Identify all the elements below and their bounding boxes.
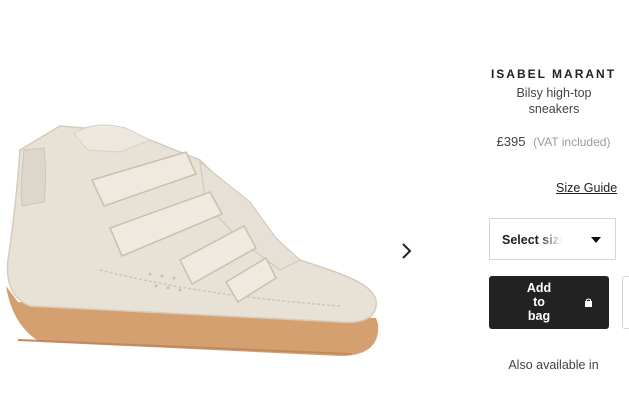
price-row: £395 (VAT included)	[478, 134, 629, 149]
product-image-gallery	[0, 0, 430, 400]
next-image-arrow-icon[interactable]	[396, 238, 418, 264]
add-to-bag-label-line: bag	[527, 309, 551, 323]
product-image	[6, 124, 379, 356]
wishlist-button[interactable]	[622, 276, 629, 329]
size-select-label: Select size	[502, 233, 562, 247]
add-to-bag-button[interactable]: Add to bag	[489, 276, 609, 329]
product-name: Bilsy high-top sneakers	[516, 86, 592, 116]
shopping-bag-icon	[585, 298, 592, 307]
add-to-bag-label-line: to	[533, 295, 545, 309]
add-to-bag-label: Add to bag	[519, 281, 559, 323]
also-available-label: Also available in	[508, 358, 599, 372]
vat-note: (VAT included)	[533, 135, 611, 149]
add-to-bag-label-line: Add	[526, 281, 552, 295]
size-guide-link[interactable]: Size Guide	[556, 181, 617, 195]
size-select-dropdown[interactable]: Select size	[489, 218, 616, 260]
brand-name[interactable]: ISABEL MARANT	[478, 67, 629, 81]
price: £395	[496, 134, 526, 149]
product-info-panel: ISABEL MARANT Bilsy high-top sneakers £3…	[478, 0, 629, 400]
caret-down-icon	[591, 237, 601, 243]
